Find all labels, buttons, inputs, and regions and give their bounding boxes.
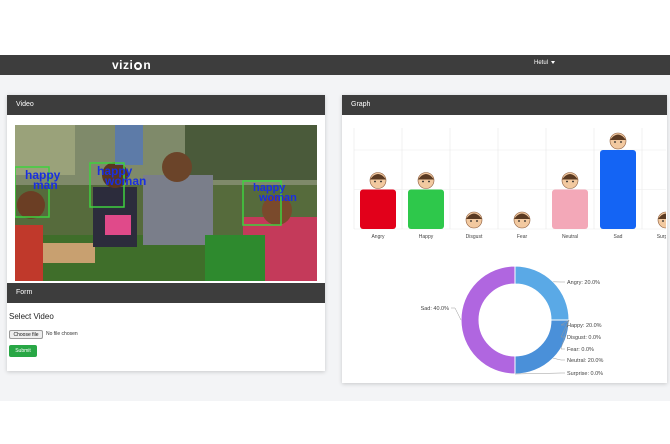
face-eye-icon bbox=[572, 180, 574, 183]
donut-label-surprise: Surprise: 0.0% bbox=[567, 371, 603, 377]
bar-tick-label: Happy bbox=[419, 234, 434, 240]
brand-logo[interactable]: vizi n bbox=[112, 58, 151, 72]
choose-file-button[interactable]: Choose file bbox=[9, 330, 43, 339]
video-frame-scene: happy man happy woman happy woman bbox=[15, 125, 317, 281]
donut-label-disgust: Disgust: 0.0% bbox=[567, 335, 601, 341]
face-eye-icon bbox=[518, 220, 520, 222]
donut-label-sad: Sad: 40.0% bbox=[421, 306, 450, 312]
face-eye-icon bbox=[428, 180, 430, 183]
bar-happy bbox=[408, 189, 444, 229]
face-eye-icon bbox=[566, 180, 568, 183]
bar-tick-label: Surprise bbox=[657, 234, 666, 240]
face-eye-icon bbox=[476, 220, 478, 222]
bar-tick-label: Fear bbox=[517, 234, 528, 240]
graph-card-header: Graph bbox=[342, 95, 667, 115]
donut-label-happy: Happy: 20.0% bbox=[567, 323, 602, 329]
bar-neutral bbox=[552, 189, 588, 229]
face-eye-icon bbox=[374, 180, 376, 183]
brand-text-end: n bbox=[143, 58, 152, 72]
donut-label-angry: Angry: 20.0% bbox=[567, 280, 600, 286]
bar-tick-label: Sad bbox=[614, 234, 623, 240]
donut-label-fear: Fear: 0.0% bbox=[567, 347, 594, 353]
donut-leader-line bbox=[451, 307, 462, 321]
donut-slice-sad bbox=[460, 265, 516, 375]
donut-chart-svg: Angry: 20.0% Happy: 20.0% Disgust: 0.0% Fea… bbox=[421, 265, 603, 377]
face-eye-icon bbox=[380, 180, 382, 183]
face-eye-icon bbox=[470, 220, 472, 222]
face-eye-icon bbox=[422, 180, 424, 183]
bar-angry bbox=[360, 189, 396, 229]
form-card-header: Form bbox=[7, 283, 325, 303]
donut-leader-line bbox=[553, 357, 565, 361]
donut-label-neutral: Neutral: 20.0% bbox=[567, 358, 603, 364]
select-video-title: Select Video bbox=[9, 312, 54, 321]
bar-sad bbox=[600, 150, 636, 229]
bar-chart-svg: Angry Happy Disgust Fear Neutral Sad Surprise bbox=[353, 128, 670, 240]
user-menu[interactable]: Hetul bbox=[534, 60, 556, 66]
bar-tick-label: Disgust bbox=[466, 234, 483, 240]
face-eye-icon bbox=[524, 220, 526, 222]
caret-down-icon bbox=[551, 60, 556, 64]
donut-slice-neutral bbox=[514, 319, 570, 375]
face-eye-icon bbox=[620, 141, 622, 143]
donut-slice-angry bbox=[514, 265, 570, 321]
face-eye-icon bbox=[614, 141, 616, 143]
video-card-header: Video bbox=[7, 95, 325, 115]
emotion-bar-chart: Angry Happy Disgust Fear Neutral Sad Surprise bbox=[348, 128, 670, 243]
user-name: Hetul bbox=[534, 60, 549, 66]
brand-text-start: vizi bbox=[112, 58, 134, 72]
brand-o-icon bbox=[134, 62, 143, 70]
bar-tick-label: Neutral bbox=[562, 234, 578, 240]
top-navbar: vizi n Hetul bbox=[0, 55, 670, 75]
face-eye-icon bbox=[662, 220, 664, 222]
submit-button[interactable]: Submit bbox=[9, 345, 37, 357]
bar-tick-label: Angry bbox=[371, 234, 385, 240]
file-status-text: No file chosen bbox=[46, 331, 78, 337]
emotion-donut-chart: Angry: 20.0% Happy: 20.0% Disgust: 0.0% Fea… bbox=[348, 262, 666, 382]
video-frame[interactable]: happy man happy woman happy woman bbox=[15, 125, 317, 281]
